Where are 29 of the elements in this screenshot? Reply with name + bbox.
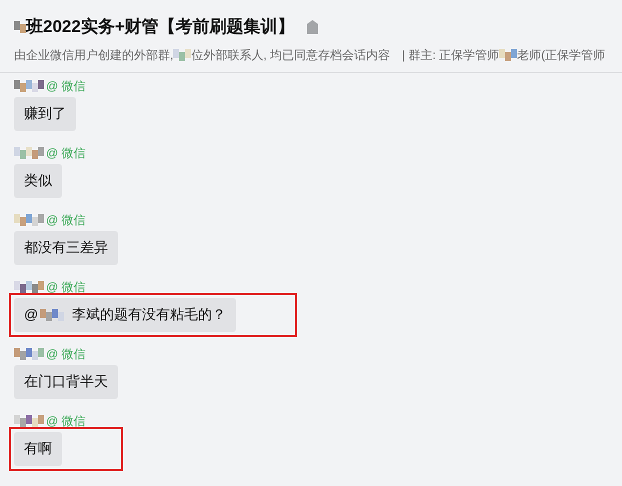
- message-text: 有啊: [24, 439, 52, 458]
- group-owner-label: | 群主: 正保学管师: [402, 46, 500, 64]
- mention-symbol: @: [24, 305, 38, 324]
- mosaic-drawing: [14, 214, 44, 226]
- chat-title: 班2022实务+财管【考前刷题集训】: [26, 16, 295, 38]
- mosaic-drawing: [14, 20, 26, 33]
- mosaic-drawing: [173, 48, 192, 60]
- group-description: 位外部联系人, 均已同意存档会话内容: [191, 46, 390, 64]
- message-text: 在门口背半天: [24, 372, 108, 391]
- group-owner-name: 老师(正保学管师: [517, 46, 606, 64]
- mosaic-drawing: [14, 146, 44, 158]
- sender-source: @ 微信: [46, 346, 86, 362]
- mosaic-drawing: [14, 280, 44, 292]
- mosaic-drawing: [40, 308, 64, 320]
- sender-source: @ 微信: [46, 144, 86, 162]
- mosaic-drawing: [14, 348, 44, 360]
- mosaic-drawing: [499, 48, 518, 60]
- sender-source: @ 微信: [46, 412, 86, 430]
- sender-source: @ 微信: [46, 78, 86, 94]
- mosaic-drawing: [14, 414, 44, 426]
- message-text: 类似: [24, 171, 52, 190]
- message-text: 都没有三差异: [24, 238, 108, 257]
- sender-source: @ 微信: [46, 278, 86, 296]
- message-text: 赚到了: [24, 104, 66, 123]
- tag-icon: [306, 20, 318, 34]
- message-text: 李斌的题有没有粘毛的？: [72, 305, 226, 324]
- sender-source: @ 微信: [46, 212, 86, 228]
- group-description: 由企业微信用户创建的外部群,: [14, 46, 174, 64]
- mosaic-drawing: [14, 80, 44, 92]
